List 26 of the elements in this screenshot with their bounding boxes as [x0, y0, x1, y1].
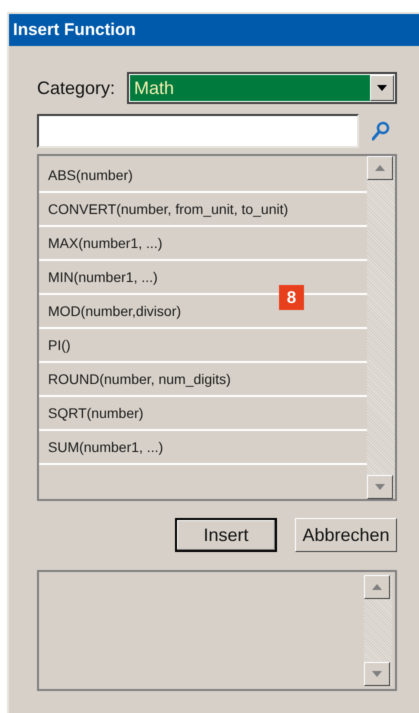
category-label: Category:: [37, 76, 116, 100]
down-arrow-icon: [372, 671, 382, 677]
window-title: Insert Function: [13, 19, 136, 42]
down-arrow-icon: [375, 484, 385, 490]
dialog-button[interactable]: Insert: [175, 518, 277, 552]
function-item[interactable]: SUM(number1, ...): [39, 431, 367, 465]
search-icon[interactable]: [372, 121, 390, 141]
function-item[interactable]: SQRT(number): [39, 397, 367, 431]
function-item[interactable]: PI(): [39, 329, 367, 363]
function-item[interactable]: CONVERT(number, from_unit, to_unit): [39, 193, 367, 227]
search-field[interactable]: [37, 114, 359, 148]
category-dropdown[interactable]: Math: [127, 72, 397, 104]
up-arrow-icon: [375, 165, 385, 171]
scroll-up-button[interactable]: [367, 156, 393, 180]
dialog-button[interactable]: Abbrechen: [295, 518, 397, 552]
function-item[interactable]: ABS(number): [39, 159, 367, 193]
caret-icon: [377, 85, 387, 91]
description-scrollbar[interactable]: [364, 575, 392, 686]
scroll-up-button[interactable]: [364, 575, 390, 599]
list-scrollbar[interactable]: [367, 156, 395, 499]
scroll-down-button[interactable]: [364, 662, 390, 686]
up-arrow-icon: [372, 584, 382, 590]
function-item[interactable]: ROUND(number, num_digits): [39, 363, 367, 397]
function-item[interactable]: MAX(number1, ...): [39, 227, 367, 261]
scroll-down-button[interactable]: [367, 475, 393, 499]
callout-badge: 8: [279, 285, 304, 310]
